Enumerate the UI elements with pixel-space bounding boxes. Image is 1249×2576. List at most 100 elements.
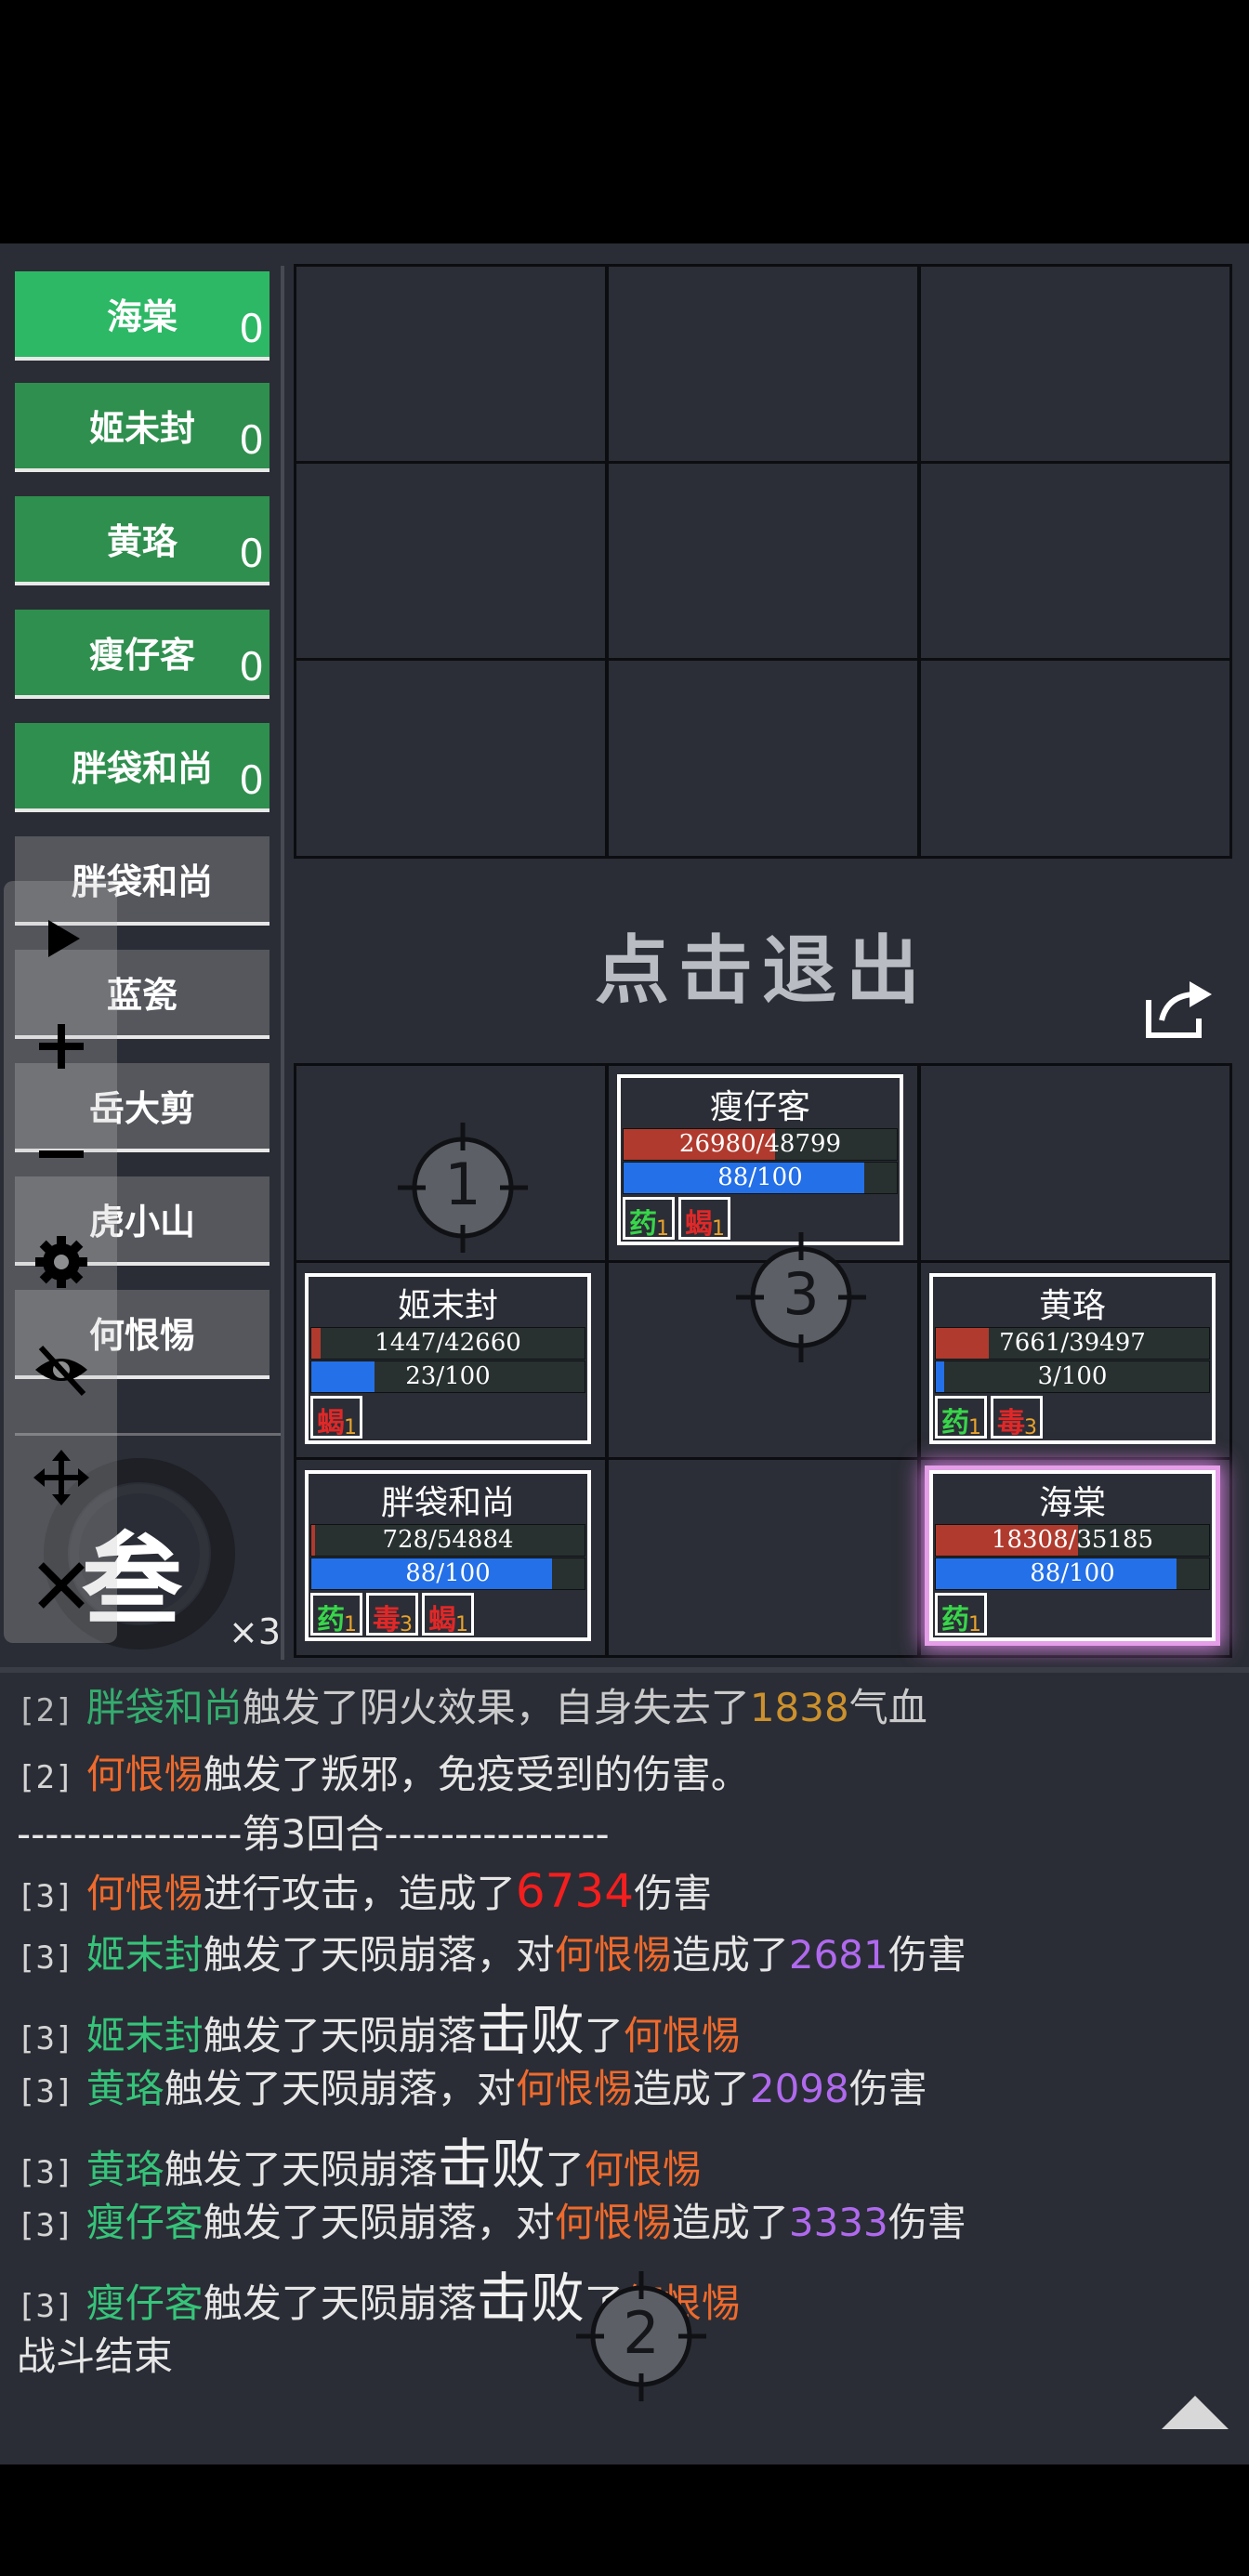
mp-bar: 23/100 [310,1360,585,1393]
status-badge-yao: 药1 [935,1593,987,1636]
collapse-up-icon[interactable] [1158,2392,1232,2433]
status-badge-yao: 药1 [623,1197,675,1241]
log-line: [3] 黄珞触发了天陨崩落，对何恨惕造成了2098伤害 [17,2066,927,2111]
status-count: 1 [968,1416,981,1439]
roster-score: 0 [239,306,264,351]
speed-multiplier[interactable]: ×3 [229,1611,281,1652]
exit-button[interactable]: 点击退出 [595,911,929,1019]
target-marker-2[interactable]: 2 [576,2271,706,2401]
status-glyph: 蝎 [317,1407,345,1439]
status-count: 1 [968,1613,981,1636]
grid-cell[interactable] [606,461,920,662]
log-line: [3] 姬末封触发了天陨崩落，对何恨惕造成了2681伤害 [17,1932,966,1978]
log-line: [3] 姬末封触发了天陨崩落击败了何恨惕 [17,1999,741,2062]
target-marker-3[interactable]: 3 [736,1232,866,1362]
unit-card-jiweifeng[interactable]: 姬末封 1447/42660 23/100 蝎 1 [305,1273,591,1444]
roster-item-haitang[interactable]: 海棠 0 [15,271,270,361]
battle-log[interactable]: [2] 胖袋和尚触发了阴火效果，自身失去了1838气血 [2] 何恨惕触发了叛邪… [0,1676,1249,2464]
roster-name: 姬未封 [88,408,195,449]
status-badge-yao: 药1 [310,1593,362,1636]
grid-cell[interactable] [606,1457,920,1658]
grid-cell[interactable] [294,264,608,465]
status-count: 1 [656,1217,669,1241]
mp-bar: 88/100 [935,1557,1210,1590]
roster-score: 0 [239,417,264,463]
status-badge-du: 毒3 [366,1593,418,1636]
roster-item-shouzaike[interactable]: 瘦仔客 0 [15,610,270,699]
status-glyph: 蝎 [428,1604,456,1636]
status-count: 1 [344,1613,357,1636]
roster-score: 0 [239,644,264,690]
status-glyph: 药 [629,1208,657,1241]
grid-cell[interactable] [294,461,608,662]
unit-card-haitang[interactable]: 海棠 18308/35185 88/100 药 1 [929,1470,1216,1641]
grid-cell[interactable] [606,658,920,859]
grid-cell[interactable] [606,264,920,465]
unit-name: 姬末封 [397,1287,498,1325]
mp-bar: 88/100 [623,1162,898,1194]
target-number: 3 [782,1260,820,1328]
mp-bar: 88/100 [310,1557,585,1590]
roster-item-jiweifeng[interactable]: 姬未封 0 [15,383,270,472]
mp-bar-text: 88/100 [717,1163,803,1191]
hp-bar: 728/54884 [310,1524,585,1557]
status-glyph: 药 [941,1407,969,1439]
floating-toolbar [4,881,117,1643]
move-icon[interactable] [32,1448,91,1507]
status-badge-yao: 药1 [935,1396,987,1439]
unit-card-shouzaike[interactable]: 瘦仔客 26980/48799 88/100 药 1 蝎 1 [617,1074,903,1245]
roster-item-pangdai[interactable]: 胖袋和尚 0 [15,723,270,812]
hp-bar-text: 728/54884 [382,1526,514,1554]
share-icon[interactable] [1143,978,1217,1043]
roster-score: 0 [239,757,264,803]
grid-cell[interactable] [918,658,1232,859]
mp-bar: 3/100 [935,1360,1210,1393]
hp-bar: 18308/35185 [935,1524,1210,1557]
log-separator [0,1667,1249,1673]
status-glyph: 药 [317,1604,345,1636]
status-count: 1 [712,1217,725,1241]
log-line-end: 战斗结束 [17,2333,174,2379]
status-glyph: 药 [941,1604,969,1636]
status-glyph: 毒 [997,1407,1025,1439]
target-number: 1 [444,1150,481,1218]
plus-icon[interactable] [32,1017,91,1076]
hp-bar-text: 26980/48799 [678,1130,842,1158]
grid-cell[interactable] [918,1063,1232,1264]
unit-card-pangdai[interactable]: 胖袋和尚 728/54884 88/100 药 1 毒 3 蝎 1 [305,1470,591,1641]
target-marker-1[interactable]: 1 [398,1123,528,1253]
status-badge-xie: 蝎1 [678,1197,730,1241]
close-icon[interactable] [32,1556,91,1615]
enemy-grid [294,264,1232,859]
unit-name: 瘦仔客 [709,1088,810,1126]
status-badge-xie: 蝎1 [310,1396,362,1439]
play-icon[interactable] [32,909,91,968]
status-glyph: 毒 [373,1604,401,1636]
gear-icon[interactable] [32,1232,91,1292]
mp-bar-text: 3/100 [1037,1362,1108,1390]
roster-name: 胖袋和尚 [71,748,213,789]
log-line: [3] 黄珞触发了天陨崩落击败了何恨惕 [17,2133,702,2196]
grid-cell[interactable] [918,264,1232,465]
status-count: 1 [344,1416,357,1439]
roster-name: 瘦仔客 [88,635,195,676]
hp-bar-text: 1447/42660 [375,1329,521,1357]
mp-bar-text: 23/100 [405,1362,491,1390]
grid-cell[interactable] [918,461,1232,662]
unit-name: 海棠 [1038,1484,1106,1522]
target-number: 2 [623,2299,660,2367]
roster-item-huangluo[interactable]: 黄珞 0 [15,496,270,585]
hp-bar-text: 7661/39497 [999,1329,1146,1357]
eye-off-icon[interactable] [32,1340,91,1400]
unit-name: 黄珞 [1038,1287,1106,1325]
unit-card-huangluo[interactable]: 黄珞 7661/39497 3/100 药 1 毒 3 [929,1273,1216,1444]
roster-name: 海棠 [106,296,177,337]
minus-icon[interactable] [32,1124,91,1184]
grid-cell[interactable] [294,658,608,859]
log-line: [3] 何恨惕进行攻击，造成了6734伤害 [17,1864,713,1918]
log-line: [3] 瘦仔客触发了天陨崩落，对何恨惕造成了3333伤害 [17,2200,966,2245]
status-glyph: 蝎 [685,1208,713,1241]
log-round-divider: ----------------第3回合---------------- [17,1811,610,1857]
vertical-divider [281,266,284,1660]
status-count: 3 [1024,1416,1037,1439]
